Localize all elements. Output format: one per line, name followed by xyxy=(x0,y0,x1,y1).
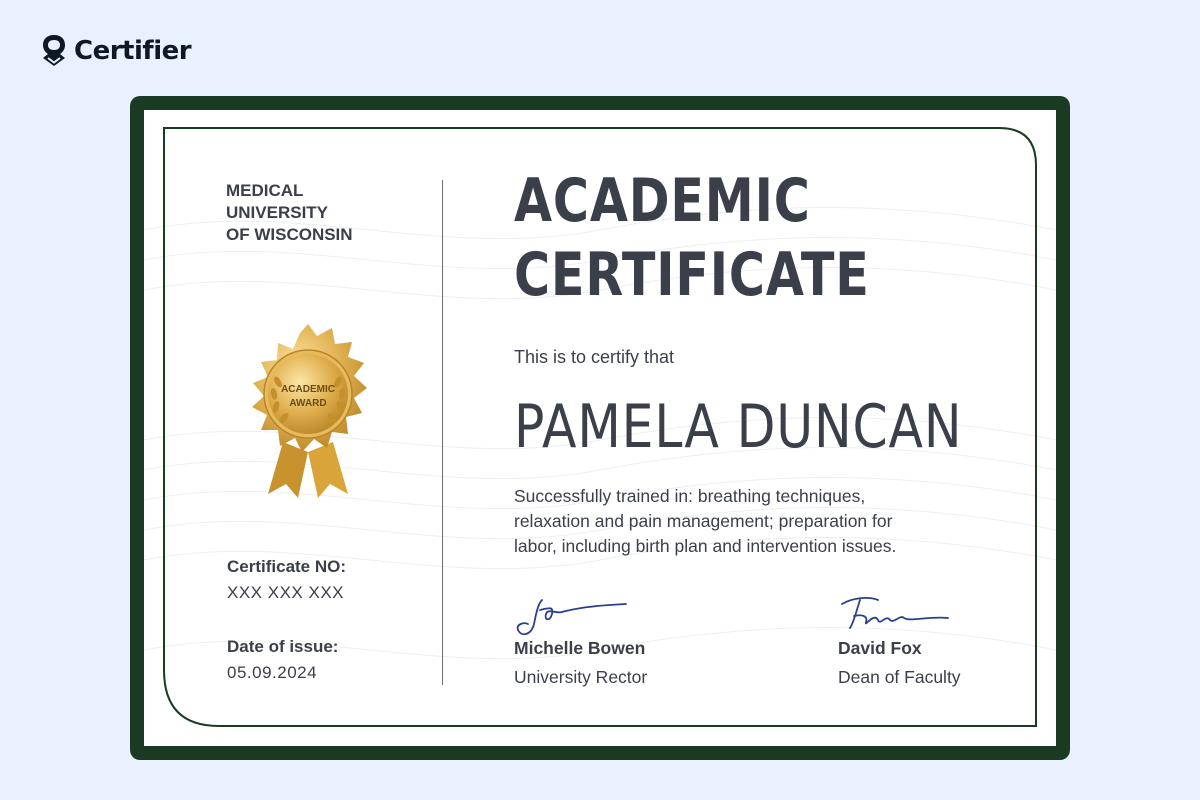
certificate-title-line1: ACADEMIC xyxy=(514,166,811,236)
institution-name: MEDICAL UNIVERSITY OF WISCONSIN xyxy=(226,181,353,244)
brand-logo[interactable]: Certifier xyxy=(40,33,192,69)
signature-mark xyxy=(841,597,949,629)
recipient-name: PAMELA DUNCAN xyxy=(514,392,963,462)
certificate-paper: MEDICAL UNIVERSITY OF WISCONSIN ACADEMIC… xyxy=(144,110,1056,746)
date-of-issue-label: Date of issue: xyxy=(227,637,339,656)
seal-text-line1: ACADEMIC xyxy=(281,384,335,395)
signatory-name: David Fox xyxy=(838,638,922,658)
vertical-divider xyxy=(442,180,443,685)
certificate-title-line2: CERTIFICATE xyxy=(514,240,870,310)
signatory-role: Dean of Faculty xyxy=(838,667,961,687)
date-of-issue-value: 05.09.2024 xyxy=(227,663,318,682)
certificate-no-value: XXX XXX XXX xyxy=(227,583,344,602)
signatory-name: Michelle Bowen xyxy=(514,638,646,658)
certificate-no-label: Certificate NO: xyxy=(227,557,347,576)
signature-mark xyxy=(516,599,627,636)
signature-block-rector: Michelle Bowen University Rector xyxy=(514,594,647,688)
certificate-description: Successfully trained in: breathing techn… xyxy=(514,486,897,556)
certify-intro: This is to certify that xyxy=(514,347,675,367)
gold-award-seal-icon: ACADEMIC AWARD xyxy=(252,324,367,498)
signatory-role: University Rector xyxy=(514,667,648,687)
brand-name: Certifier xyxy=(74,36,192,66)
certifier-logo-icon xyxy=(43,35,65,66)
seal-text-line2: AWARD xyxy=(289,398,326,409)
signature-block-dean: David Fox Dean of Faculty xyxy=(838,594,961,688)
certificate-frame: MEDICAL UNIVERSITY OF WISCONSIN ACADEMIC… xyxy=(130,96,1070,760)
